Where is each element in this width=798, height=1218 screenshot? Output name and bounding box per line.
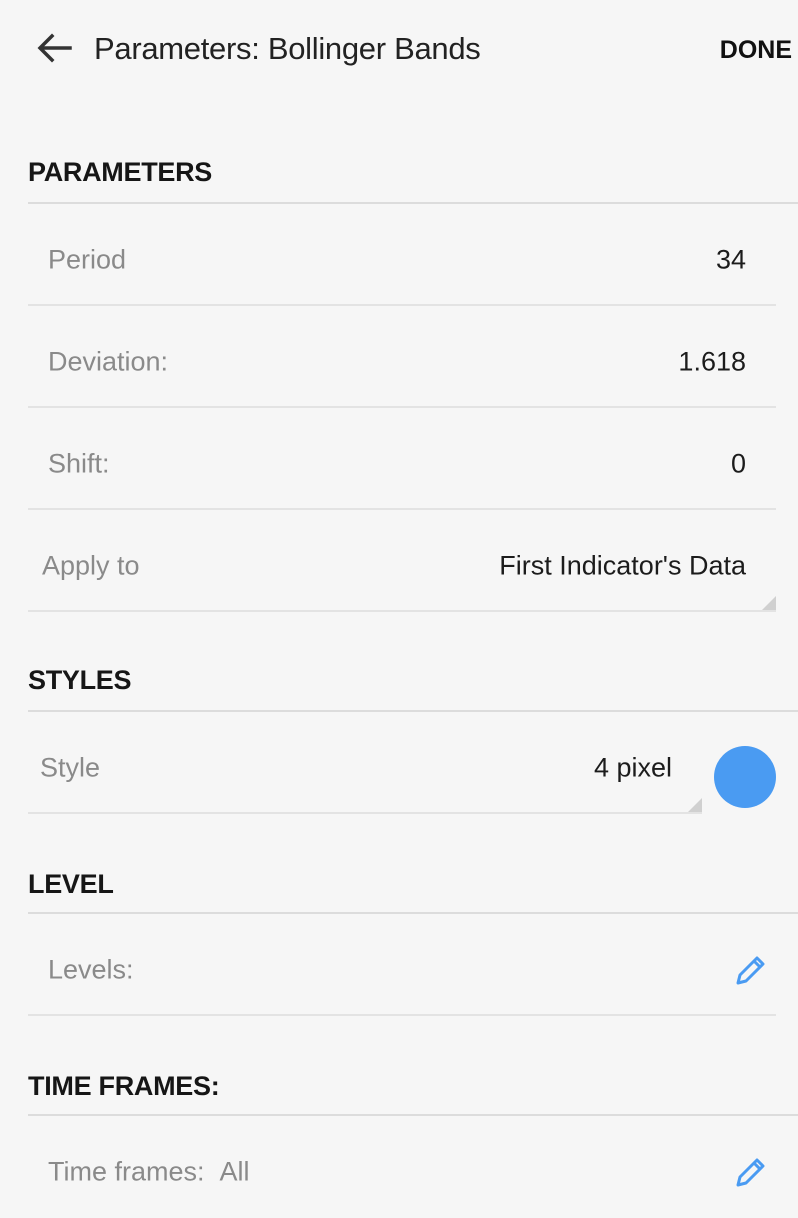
field-underline bbox=[28, 304, 776, 306]
color-picker-swatch[interactable] bbox=[714, 746, 776, 808]
page-title: Parameters: Bollinger Bands bbox=[94, 31, 481, 66]
back-arrow-icon[interactable] bbox=[34, 28, 74, 68]
section-divider bbox=[28, 202, 798, 204]
field-underline bbox=[28, 508, 776, 510]
style-label: Style bbox=[40, 752, 101, 783]
levels-label: Levels: bbox=[48, 954, 134, 985]
period-value[interactable]: 34 bbox=[716, 245, 746, 276]
deviation-label: Deviation: bbox=[48, 346, 169, 377]
time-frames-value: All bbox=[219, 1156, 250, 1187]
field-underline bbox=[28, 812, 702, 814]
field-underline bbox=[28, 610, 776, 612]
section-divider bbox=[28, 912, 798, 914]
shift-value[interactable]: 0 bbox=[731, 449, 746, 480]
field-underline bbox=[28, 406, 776, 408]
style-value: 4 pixel bbox=[593, 752, 672, 783]
apply-to-dropdown[interactable]: Apply to First Indicator's Data bbox=[28, 520, 776, 612]
period-field[interactable]: Period 34 bbox=[28, 214, 776, 306]
dropdown-indicator-icon bbox=[762, 596, 776, 610]
done-button[interactable]: DONE bbox=[720, 34, 792, 66]
levels-field[interactable]: Levels: bbox=[28, 924, 776, 1016]
dropdown-indicator-icon bbox=[688, 798, 702, 812]
pencil-icon[interactable] bbox=[730, 950, 770, 990]
pencil-icon[interactable] bbox=[730, 1152, 770, 1192]
section-divider bbox=[28, 1114, 798, 1116]
shift-field[interactable]: Shift: 0 bbox=[28, 418, 776, 510]
section-header-time-frames: TIME FRAMES: bbox=[28, 1071, 220, 1101]
section-header-styles: STYLES bbox=[28, 665, 132, 695]
section-divider bbox=[28, 710, 798, 712]
time-frames-label: Time frames: All bbox=[48, 1156, 250, 1187]
deviation-field[interactable]: Deviation: 1.618 bbox=[28, 316, 776, 408]
field-underline bbox=[28, 1014, 776, 1016]
deviation-value[interactable]: 1.618 bbox=[678, 347, 746, 378]
period-label: Period bbox=[48, 244, 127, 275]
section-header-level: LEVEL bbox=[28, 869, 114, 899]
section-header-parameters: PARAMETERS bbox=[28, 157, 213, 187]
apply-to-label: Apply to bbox=[42, 550, 140, 581]
time-frames-field[interactable]: Time frames: All bbox=[28, 1126, 776, 1218]
shift-label: Shift: bbox=[48, 448, 110, 479]
apply-to-value: First Indicator's Data bbox=[499, 550, 746, 581]
style-dropdown[interactable]: Style 4 pixel bbox=[28, 722, 702, 814]
